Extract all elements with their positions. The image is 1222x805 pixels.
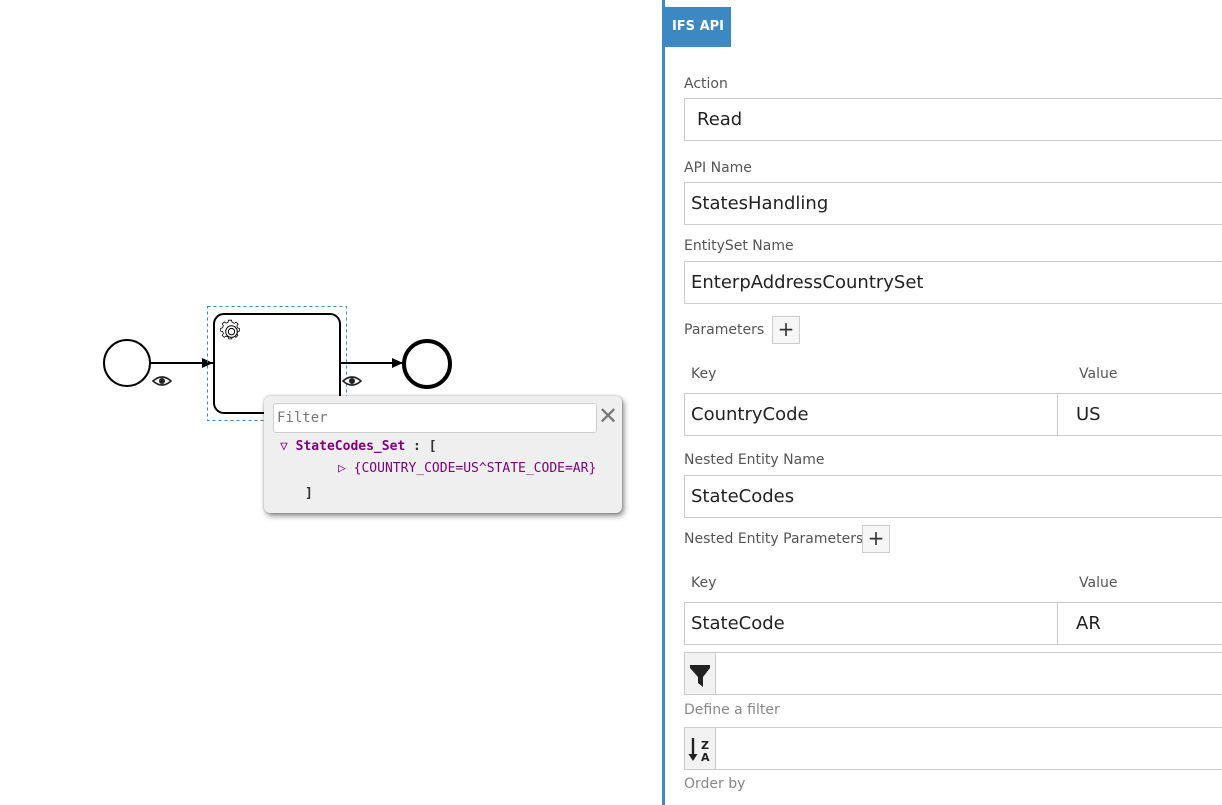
eye-icon[interactable] [341,376,363,386]
parameter-key-field[interactable]: CountryCode [684,393,1058,436]
sort-z-a-icon: Z A [688,738,710,764]
parameter-value-field[interactable]: US [1057,393,1222,436]
properties-panel: IFS API Action Read API Name StatesHandl… [662,0,1222,805]
action-label: Action [684,76,728,92]
entityset-name-field[interactable]: EnterpAddressCountrySet [684,261,1222,304]
nested-entity-name-label: Nested Entity Name [684,452,825,468]
define-filter-label: Define a filter [684,702,780,718]
nested-parameter-value-field[interactable]: AR [1057,602,1222,645]
action-select[interactable]: Read [684,98,1222,141]
tree-row-close: ] [305,486,313,501]
filter-icon-box [684,652,716,695]
nested-parameter-key-field[interactable]: StateCode [684,602,1058,645]
collapse-triangle-icon[interactable]: ▽ [280,439,288,454]
expand-triangle-icon[interactable]: ▷ [338,461,346,476]
gear-icon [220,319,240,340]
add-parameter-button[interactable]: + [772,316,800,344]
order-by-field[interactable] [716,727,1222,770]
variable-inspector-popup: ✕ ▽ StateCodes_Set : [ ▷ {COUNTRY_CODE=U… [264,396,622,513]
end-event[interactable] [402,339,452,389]
parameters-label: Parameters [684,322,765,338]
nested-entity-parameters-label: Nested Entity Parameters [684,531,864,547]
nested-parameters-key-header: Key [691,575,717,591]
close-icon[interactable]: ✕ [597,404,619,428]
parameters-key-header: Key [691,366,717,382]
entityset-name-label: EntitySet Name [684,238,794,254]
filter-input[interactable] [273,403,597,433]
nested-entity-name-field[interactable]: StateCodes [684,475,1222,518]
nested-parameters-value-header: Value [1079,575,1118,591]
order-by-label: Order by [684,776,746,792]
api-name-field[interactable]: StatesHandling [684,182,1222,225]
start-event[interactable] [103,339,151,387]
tree-close-bracket: ] [305,486,313,501]
parameters-value-header: Value [1079,366,1118,382]
bpmn-canvas[interactable]: ✕ ▽ StateCodes_Set : [ ▷ {COUNTRY_CODE=U… [0,0,662,805]
add-nested-parameter-button[interactable]: + [862,525,890,553]
funnel-icon [690,665,710,687]
order-icon-box: Z A [684,727,716,770]
tree-row-root[interactable]: ▽ StateCodes_Set : [ [280,439,437,454]
tab-ifs-api[interactable]: IFS API [665,7,731,47]
filter-field[interactable] [716,652,1222,695]
api-name-label: API Name [684,160,752,176]
eye-icon[interactable] [151,376,173,386]
tree-key: StateCodes_Set [295,439,406,454]
tree-row-item[interactable]: ▷ {COUNTRY_CODE=US^STATE_CODE=AR} [338,461,596,476]
tree-punct: : [ [405,439,437,454]
sort-icon-bottom: A [701,751,710,764]
tree-item-value: {COUNTRY_CODE=US^STATE_CODE=AR} [353,461,597,476]
